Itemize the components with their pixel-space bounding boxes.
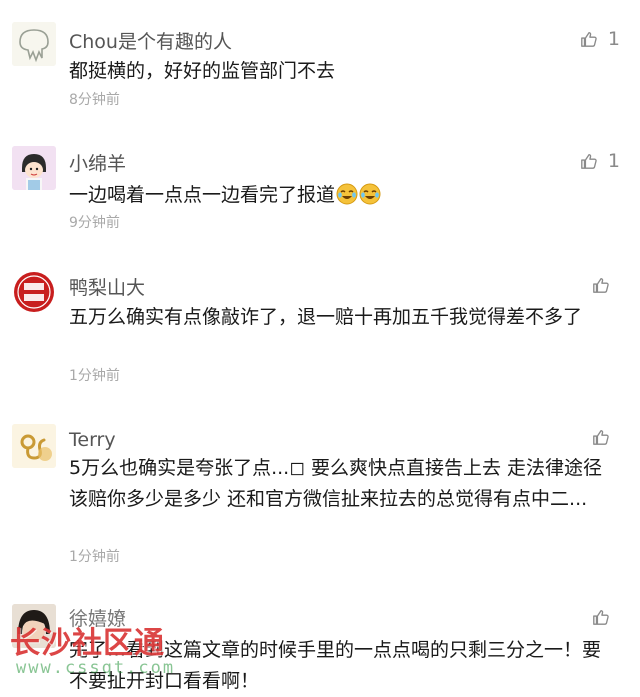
thumbs-up-icon <box>593 610 609 625</box>
comment-text-body: 一边喝着一点点一边看完了报道 <box>69 184 336 206</box>
dark-hair-avatar-icon <box>12 604 56 648</box>
avatar[interactable] <box>12 424 56 468</box>
comment-text: 五万么确实有点像敲诈了，退一赔十再加五千我觉得差不多了 <box>69 306 583 328</box>
red-badge-avatar-icon <box>12 270 56 314</box>
girl-cartoon-avatar-icon <box>12 146 56 190</box>
like-button[interactable]: 1 <box>580 150 620 172</box>
like-count: 1 <box>607 28 620 50</box>
leo-zodiac-avatar-icon <box>12 424 56 468</box>
comment-text: 完了…看到这篇文章的时候手里的一点点喝的只剩三分之一！要不要扯开封口看看啊！ <box>69 639 602 692</box>
laugh-cry-emoji-icon <box>336 183 358 205</box>
avatar[interactable] <box>12 270 56 314</box>
comment-nickname[interactable]: Chou是个有趣的人 <box>69 30 232 54</box>
like-button[interactable] <box>592 428 620 446</box>
comment-time: 8分钟前 <box>69 92 120 108</box>
like-button[interactable]: 1 <box>580 28 620 50</box>
comment-text: 都挺横的，好好的监管部门不去 <box>69 60 336 82</box>
like-button[interactable] <box>592 276 620 294</box>
avatar[interactable] <box>12 22 56 66</box>
cartoon-drip-avatar-icon <box>12 22 56 66</box>
comment-nickname[interactable]: 鸭梨山大 <box>69 276 145 300</box>
like-count: 1 <box>607 150 620 172</box>
comment-nickname[interactable]: 小绵羊 <box>69 152 126 176</box>
comment-text: 5万么也确实是夸张了点...◻ 要么爽快点直接告上去 走法律途径该赔你多少是多少… <box>69 457 603 510</box>
thumbs-up-icon <box>593 430 609 445</box>
comment-time: 1分钟前 <box>69 368 120 384</box>
avatar[interactable] <box>12 146 56 190</box>
comment-nickname[interactable]: 徐嬉嫽 <box>69 607 126 631</box>
thumbs-up-icon <box>581 154 597 169</box>
comment-time: 9分钟前 <box>69 215 120 231</box>
like-button[interactable] <box>592 608 620 626</box>
laugh-cry-emoji-icon <box>359 183 381 205</box>
comment-nickname[interactable]: Terry <box>69 428 116 452</box>
comment-time: 1分钟前 <box>69 549 120 565</box>
thumbs-up-icon <box>593 278 609 293</box>
avatar[interactable] <box>12 604 56 648</box>
thumbs-up-icon <box>581 32 597 47</box>
comment-text: 一边喝着一点点一边看完了报道 <box>69 180 609 211</box>
